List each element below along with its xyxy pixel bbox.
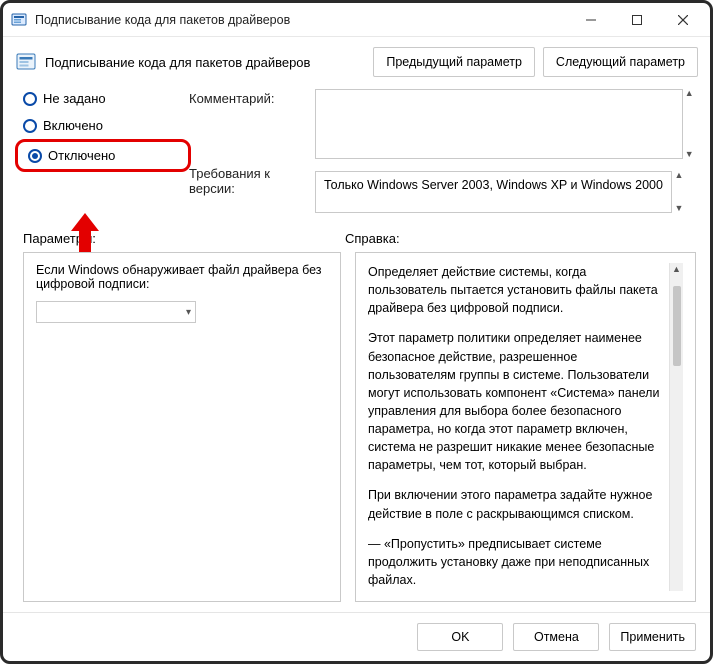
app-icon: [11, 12, 27, 28]
scroll-up-icon: ▲: [685, 89, 694, 98]
previous-setting-button[interactable]: Предыдущий параметр: [373, 47, 535, 77]
radio-icon: [28, 149, 42, 163]
radio-disabled[interactable]: Отключено: [28, 148, 115, 163]
dialog-footer: OK Отмена Применить: [3, 612, 710, 661]
lower-area: Если Windows обнаруживает файл драйвера …: [3, 252, 710, 612]
config-area: Не задано Включено Отключено Комментарий…: [3, 89, 710, 213]
scrollbar[interactable]: ▲ ▼: [683, 89, 696, 159]
help-paragraph: Этот параметр политики определяет наимен…: [368, 329, 665, 474]
supported-on-text: Только Windows Server 2003, Windows XP и…: [324, 178, 663, 192]
policy-editor-window: Подписывание кода для пакетов драйверов …: [0, 0, 713, 664]
scroll-up-icon: ▲: [674, 171, 683, 180]
help-panel: Определяет действие системы, когда польз…: [355, 252, 696, 602]
supported-on-box: Только Windows Server 2003, Windows XP и…: [315, 171, 672, 213]
radio-not-configured[interactable]: Не задано: [23, 91, 183, 106]
help-paragraph: При включении этого параметра задайте ну…: [368, 486, 665, 522]
ok-button[interactable]: OK: [417, 623, 503, 651]
cancel-button[interactable]: Отмена: [513, 623, 599, 651]
highlight-annotation: Отключено: [15, 139, 191, 172]
radio-label: Отключено: [48, 148, 115, 163]
scroll-down-icon: ▼: [674, 204, 683, 213]
titlebar: Подписывание кода для пакетов драйверов: [3, 3, 710, 37]
scrollbar[interactable]: ▲: [669, 263, 683, 591]
comment-textarea[interactable]: [315, 89, 683, 159]
help-label: Справка:: [345, 231, 400, 246]
minimize-button[interactable]: [568, 5, 614, 35]
options-panel: Если Windows обнаруживает файл драйвера …: [23, 252, 341, 602]
policy-icon: [15, 51, 37, 73]
radio-label: Включено: [43, 118, 103, 133]
scroll-down-icon: ▼: [685, 150, 694, 159]
comment-label: Комментарий:: [189, 91, 309, 106]
options-dropdown[interactable]: ▾: [36, 301, 196, 323]
radio-icon: [23, 92, 37, 106]
scroll-up-icon: ▲: [672, 265, 681, 274]
help-paragraph: — «Пропустить» предписывает системе прод…: [368, 535, 665, 589]
section-labels: Параметры: Справка:: [3, 213, 710, 252]
help-text: Определяет действие системы, когда польз…: [368, 263, 669, 591]
chevron-down-icon: ▾: [186, 307, 191, 318]
close-button[interactable]: [660, 5, 706, 35]
header: Подписывание кода для пакетов драйверов …: [3, 37, 710, 89]
scrollbar[interactable]: ▲ ▼: [672, 171, 686, 213]
radio-icon: [23, 119, 37, 133]
next-setting-button[interactable]: Следующий параметр: [543, 47, 698, 77]
window-title: Подписывание кода для пакетов драйверов: [35, 13, 568, 27]
supported-label: Требования к версии:: [189, 166, 309, 196]
scrollbar-thumb[interactable]: [673, 286, 681, 366]
maximize-button[interactable]: [614, 5, 660, 35]
options-label: Параметры:: [23, 231, 345, 246]
apply-button[interactable]: Применить: [609, 623, 696, 651]
options-prompt: Если Windows обнаруживает файл драйвера …: [36, 263, 328, 291]
help-paragraph: Определяет действие системы, когда польз…: [368, 263, 665, 317]
radio-label: Не задано: [43, 91, 106, 106]
radio-enabled[interactable]: Включено: [23, 118, 183, 133]
policy-name: Подписывание кода для пакетов драйверов: [45, 55, 310, 70]
